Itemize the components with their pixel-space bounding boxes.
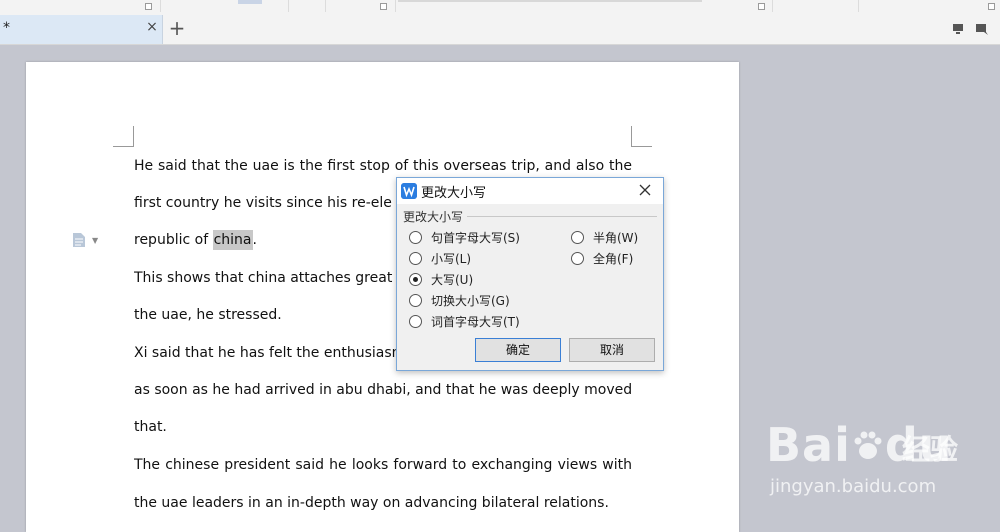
- radio-button[interactable]: [571, 252, 584, 265]
- ribbon-expand-icon[interactable]: [145, 3, 152, 10]
- ribbon-highlight: [238, 0, 262, 4]
- tab-bar: * × +: [0, 14, 1000, 45]
- ribbon-separator: [160, 0, 161, 12]
- text-line[interactable]: He said that the uae is the first stop o…: [134, 156, 632, 176]
- close-icon[interactable]: ×: [146, 20, 158, 34]
- radio-label: 小写(L): [431, 252, 472, 266]
- radio-label: 半角(W): [593, 231, 639, 245]
- text-segment[interactable]: republic of: [134, 232, 213, 248]
- text-line[interactable]: The chinese president said he looks forw…: [134, 455, 632, 475]
- cancel-button[interactable]: 取消: [569, 338, 655, 362]
- text-segment[interactable]: first country he visits since his re-ele: [134, 195, 392, 211]
- dialog-title: 更改大小写: [421, 186, 487, 201]
- radio-button[interactable]: [409, 252, 422, 265]
- selected-text[interactable]: china: [212, 230, 253, 250]
- radio-label: 切换大小写(G): [431, 294, 510, 308]
- text-segment[interactable]: This shows that china attaches great i: [134, 270, 401, 286]
- ribbon-expand-icon[interactable]: [758, 3, 765, 10]
- text-segment[interactable]: He said that the uae is the first stop o…: [134, 158, 632, 174]
- text-segment[interactable]: the uae leaders in an in-depth way on ad…: [134, 495, 609, 511]
- ribbon-separator: [325, 0, 326, 12]
- text-segment[interactable]: Xi said that he has felt the enthusiasm: [134, 345, 405, 361]
- watermark-url: jingyan.baidu.com: [770, 476, 937, 497]
- ribbon-strip: [0, 0, 1000, 15]
- radio-button[interactable]: [571, 231, 584, 244]
- ribbon-expand-icon[interactable]: [988, 3, 995, 10]
- change-case-dialog: 更改大小写 更改大小写 句首字母大写(S) 小写(L) 大写(U) 切换大小写(…: [396, 177, 664, 371]
- text-segment[interactable]: The chinese president said he looks forw…: [134, 457, 632, 473]
- text-line[interactable]: the uae leaders in an in-depth way on ad…: [134, 493, 632, 513]
- watermark-brand: Bai: [766, 418, 851, 472]
- new-tab-button[interactable]: +: [167, 17, 187, 39]
- group-label: 更改大小写: [403, 208, 468, 225]
- paragraph-doc-icon[interactable]: [72, 232, 86, 248]
- ribbon-divider: [398, 0, 702, 2]
- ribbon-separator: [858, 0, 859, 12]
- radio-button[interactable]: [409, 231, 422, 244]
- chevron-down-icon[interactable]: ▼: [92, 236, 98, 245]
- wps-app-icon: [401, 183, 417, 199]
- margin-corner-mark: [113, 126, 134, 147]
- text-line[interactable]: as soon as he had arrived in abu dhabi, …: [134, 380, 632, 400]
- monitor-icon[interactable]: [951, 22, 965, 36]
- text-segment[interactable]: .: [253, 232, 257, 248]
- radio-button[interactable]: [409, 294, 422, 307]
- paw-icon: [854, 431, 882, 459]
- document-tab[interactable]: * ×: [0, 15, 163, 44]
- text-segment[interactable]: the uae, he stressed.: [134, 307, 282, 323]
- text-line[interactable]: that.: [134, 417, 632, 437]
- comment-icon[interactable]: [975, 22, 989, 36]
- radio-label: 全角(F): [593, 252, 634, 266]
- dialog-titlebar[interactable]: 更改大小写: [397, 178, 663, 204]
- radio-button[interactable]: [409, 315, 422, 328]
- radio-label: 句首字母大写(S): [431, 231, 520, 245]
- watermark-cn: 经验: [902, 433, 959, 466]
- ribbon-expand-icon[interactable]: [380, 3, 387, 10]
- close-icon[interactable]: [637, 182, 653, 198]
- radio-button-checked[interactable]: [409, 273, 422, 286]
- baidu-watermark: Bai du 经验 jingyan.baidu.com: [766, 410, 996, 510]
- text-segment[interactable]: that.: [134, 419, 167, 435]
- ribbon-separator: [288, 0, 289, 12]
- margin-corner-mark: [631, 126, 652, 147]
- ok-button[interactable]: 确定: [475, 338, 561, 362]
- radio-label: 词首字母大写(T): [431, 315, 520, 329]
- ribbon-separator: [395, 0, 396, 12]
- radio-label: 大写(U): [431, 273, 474, 287]
- ribbon-separator: [772, 0, 773, 12]
- text-segment[interactable]: as soon as he had arrived in abu dhabi, …: [134, 382, 632, 398]
- document-tab-title: *: [3, 20, 10, 36]
